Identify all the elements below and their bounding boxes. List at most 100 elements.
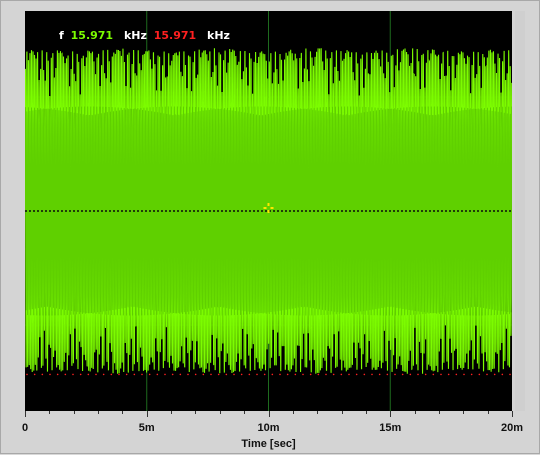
x-axis-tick — [49, 411, 51, 414]
envelope-marker-low — [417, 373, 419, 376]
x-axis-tick-label: 10m — [257, 422, 280, 434]
scope-window: f 15.971 kHz 15.971 kHz Time [sec] 0 5m 10… — [0, 0, 540, 454]
envelope-marker-low — [49, 373, 51, 376]
envelope-marker-low — [424, 373, 427, 376]
x-axis-tick — [365, 411, 367, 414]
envelope-marker-low — [72, 373, 74, 376]
envelope-marker-low — [348, 373, 350, 376]
x-axis-tick — [244, 411, 246, 414]
x-axis-tick — [438, 411, 440, 414]
envelope-marker-low — [141, 373, 143, 376]
envelope-marker-low — [263, 373, 266, 376]
envelope-marker-low — [371, 373, 373, 376]
envelope-marker-low — [217, 373, 220, 376]
envelope-marker-low — [279, 373, 281, 376]
envelope-marker-low — [156, 373, 159, 376]
x-axis-tick — [122, 411, 124, 414]
envelope-marker-low — [79, 373, 82, 376]
x-axis-tick-label: 0 — [21, 422, 29, 434]
envelope-marker-low — [355, 373, 358, 376]
envelope-marker-low — [56, 373, 59, 376]
envelope-marker-low — [309, 373, 312, 376]
envelope-marker-low — [133, 373, 136, 376]
envelope-marker-low — [478, 373, 481, 376]
x-axis-tick — [146, 411, 148, 417]
x-axis-tick — [487, 411, 489, 414]
x-axis-tick — [25, 411, 26, 417]
x-axis-tick — [171, 411, 173, 414]
x-axis-tick — [414, 411, 416, 414]
envelope-marker-low — [41, 373, 44, 376]
envelope-marker-low — [240, 373, 243, 376]
envelope-marker-low — [409, 373, 412, 376]
plot-right-margin — [515, 11, 525, 411]
envelope-marker-low — [294, 373, 297, 376]
envelope-marker-low — [95, 373, 97, 376]
envelope-marker-low — [386, 373, 389, 376]
envelope-marker-low — [271, 373, 274, 376]
envelope-marker-low — [171, 373, 174, 376]
waveform-plot-area[interactable]: f 15.971 kHz 15.971 kHz — [25, 11, 512, 411]
envelope-marker-low — [394, 373, 396, 376]
envelope-marker-low — [440, 373, 442, 376]
envelope-marker-low — [332, 373, 335, 376]
x-axis-tick — [317, 411, 319, 414]
envelope-marker-low — [87, 373, 90, 376]
envelope-marker-low — [286, 373, 289, 376]
envelope-marker-low — [125, 373, 128, 376]
frequency-value-green: 15.971 — [70, 29, 114, 42]
envelope-marker-low — [501, 373, 504, 376]
envelope-marker-low — [64, 373, 67, 376]
envelope-marker-low — [118, 373, 120, 376]
x-axis-tick — [292, 411, 294, 414]
envelope-marker-low — [509, 373, 511, 376]
envelope-marker-low — [187, 373, 189, 376]
envelope-marker-low — [486, 373, 488, 376]
envelope-marker-low — [447, 373, 450, 376]
envelope-marker-low — [164, 373, 166, 376]
x-axis-tick — [98, 411, 100, 414]
envelope-marker-low — [210, 373, 212, 376]
x-axis-tick — [463, 411, 465, 414]
envelope-marker-low — [470, 373, 473, 376]
envelope-marker-low — [378, 373, 381, 376]
frequency-unit-red: kHz — [207, 29, 230, 42]
x-axis-tick — [268, 411, 270, 417]
x-axis-tick-label: 15m — [379, 422, 402, 434]
x-axis: Time [sec] 0 5m 10m 15m 20m — [21, 411, 523, 455]
x-axis-tick — [195, 411, 197, 414]
envelope-marker-low — [233, 373, 235, 376]
envelope-marker-low — [340, 373, 343, 376]
envelope-marker-low — [102, 373, 105, 376]
envelope-marker-low — [463, 373, 465, 376]
envelope-marker-low — [256, 373, 258, 376]
frequency-readout: f 15.971 kHz 15.971 kHz — [59, 29, 233, 42]
envelope-marker-low — [148, 373, 151, 376]
envelope-marker-low — [225, 373, 228, 376]
frequency-label: f — [59, 29, 64, 42]
envelope-marker-low — [248, 373, 251, 376]
x-axis-tick-label: 20m — [500, 422, 524, 434]
envelope-marker-low — [363, 373, 366, 376]
frequency-unit-green: kHz — [123, 29, 147, 42]
x-axis-tick — [512, 411, 513, 417]
x-axis-tick-label: 5m — [138, 422, 155, 434]
envelope-marker-low — [33, 373, 36, 376]
envelope-marker-low — [26, 373, 28, 376]
x-axis-title: Time [sec] — [241, 438, 296, 450]
envelope-marker-low — [432, 373, 435, 376]
envelope-marker-low — [493, 373, 496, 376]
x-axis-tick — [73, 411, 75, 414]
envelope-marker-low — [202, 373, 205, 376]
x-axis-tick — [219, 411, 221, 414]
envelope-marker-low — [302, 373, 304, 376]
frequency-value-red: 15.971 — [153, 29, 197, 42]
envelope-marker-low — [325, 373, 327, 376]
envelope-marker-low — [110, 373, 113, 376]
envelope-marker-low — [455, 373, 458, 376]
waveform-svg[interactable] — [25, 11, 512, 411]
envelope-marker-low — [317, 373, 320, 376]
envelope-marker-low — [401, 373, 404, 376]
x-axis-tick — [390, 411, 392, 417]
envelope-marker-low — [179, 373, 182, 376]
